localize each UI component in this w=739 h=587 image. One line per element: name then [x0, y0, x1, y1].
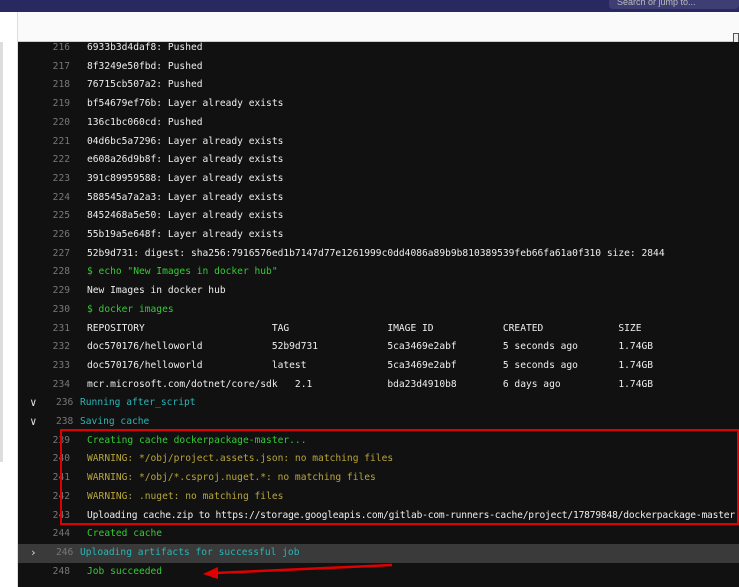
arrow-head — [203, 567, 218, 579]
annotation-arrow — [203, 563, 393, 579]
arrow-line — [214, 563, 393, 575]
